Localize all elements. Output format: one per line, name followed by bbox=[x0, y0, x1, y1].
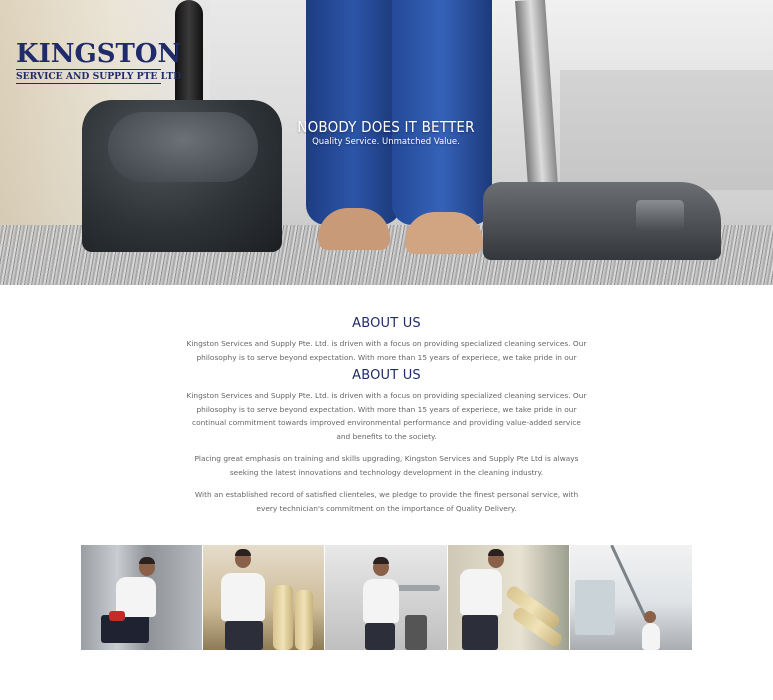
gallery-photo[interactable] bbox=[325, 545, 448, 650]
gallery-photo[interactable] bbox=[81, 545, 204, 650]
site-logo[interactable]: KINGSTON SERVICE AND SUPPLY PTE LTD bbox=[16, 39, 182, 84]
gallery-photo[interactable] bbox=[203, 545, 326, 650]
about-paragraph: With an established record of satisfied … bbox=[194, 490, 579, 513]
photo-gallery bbox=[81, 545, 692, 650]
about-heading: ABOUT US bbox=[352, 316, 421, 331]
person-leg-right bbox=[392, 0, 492, 225]
person-foot-right bbox=[405, 212, 483, 254]
vacuum-nozzle bbox=[483, 182, 721, 260]
logo-name: KINGSTON bbox=[16, 39, 182, 69]
hero-caption: NOBODY DOES IT BETTER Quality Service. U… bbox=[236, 118, 536, 147]
gallery-photo[interactable] bbox=[447, 545, 570, 650]
about-paragraph: Kingston Services and Supply Pte. Ltd. i… bbox=[186, 391, 587, 441]
about-paragraph: Placing great emphasis on training and s… bbox=[194, 454, 579, 477]
hero-title: NOBODY DOES IT BETTER bbox=[297, 118, 475, 136]
person-leg-left bbox=[306, 0, 401, 225]
gallery-photo[interactable] bbox=[569, 545, 692, 650]
about-paragraph: Kingston Services and Supply Pte. Ltd. i… bbox=[186, 339, 587, 362]
hero-subtitle: Quality Service. Unmatched Value. bbox=[312, 137, 460, 147]
vacuum-nozzle-button bbox=[636, 200, 684, 230]
about-section-clipped: ABOUT US Kingston Services and Supply Pt… bbox=[185, 316, 588, 366]
about-heading: ABOUT US bbox=[352, 368, 421, 383]
logo-tagline: SERVICE AND SUPPLY PTE LTD bbox=[16, 69, 182, 84]
hero-banner: KINGSTON SERVICE AND SUPPLY PTE LTD NOBO… bbox=[0, 0, 773, 285]
hero-background-cushion bbox=[560, 70, 773, 190]
about-section: ABOUT US Kingston Services and Supply Pt… bbox=[185, 368, 588, 524]
person-foot-left bbox=[318, 208, 390, 250]
